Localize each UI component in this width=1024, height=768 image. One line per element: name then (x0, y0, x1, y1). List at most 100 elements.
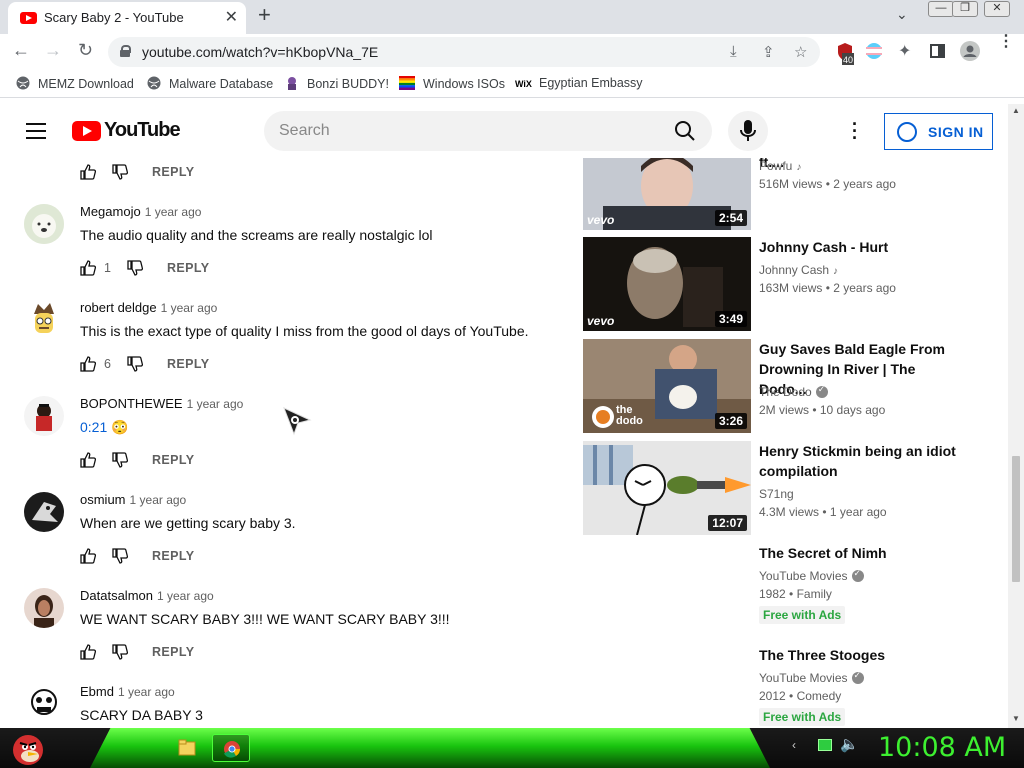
taskbar-clock[interactable]: 10:08 AM (878, 732, 1006, 763)
comment-timestamp[interactable]: 1 year ago (161, 301, 218, 315)
thumb-up-icon[interactable] (80, 548, 96, 564)
reply-button[interactable]: REPLY (152, 549, 195, 563)
minimize-button[interactable]: — (928, 1, 954, 17)
video-title[interactable]: The Three Stooges (759, 645, 959, 665)
sign-in-button[interactable]: SIGN IN (884, 113, 993, 150)
bookmark-egyptian-embassy[interactable]: WiX Egyptian Embassy (515, 76, 643, 93)
channel-label[interactable]: Powfu (759, 159, 792, 173)
comment-timestamp[interactable]: 1 year ago (157, 589, 214, 603)
channel-name[interactable]: Powfu ♪ (759, 159, 801, 173)
video-thumbnail[interactable]: 12:07 (583, 441, 751, 535)
thumb-down-icon[interactable] (112, 548, 128, 564)
comment-author[interactable]: Megamojo 1 year ago (80, 204, 201, 219)
video-title-line[interactable]: Guy Saves Bald Eagle From (759, 341, 945, 357)
lock-icon[interactable] (120, 45, 131, 57)
channel-label[interactable]: The Dodo (759, 385, 812, 399)
taskbar-chrome[interactable] (212, 734, 250, 762)
reply-button[interactable]: REPLY (167, 261, 210, 275)
extensions-puzzle-icon[interactable]: ✦ (898, 41, 911, 61)
thumb-down-icon[interactable] (127, 260, 143, 276)
tray-chevron-icon[interactable]: ‹ (792, 738, 796, 752)
tab-search-chevron-icon[interactable]: ⌄ (896, 6, 908, 23)
restore-button[interactable]: ❐ (952, 1, 978, 17)
close-tab-icon[interactable]: ✕ (225, 7, 238, 27)
bookmark-bonzi-buddy[interactable]: Bonzi BUDDY! (285, 76, 389, 91)
voice-search-button[interactable] (728, 111, 768, 151)
video-title-line[interactable]: compilation (759, 463, 838, 479)
comment-author[interactable]: robert deldge 1 year ago (80, 300, 217, 315)
thumb-down-icon[interactable] (112, 644, 128, 660)
channel-name[interactable]: Johnny Cash ♪ (759, 263, 838, 277)
taskbar-file-explorer[interactable] (168, 734, 206, 762)
reply-button[interactable]: REPLY (167, 357, 210, 371)
channel-name[interactable]: S71ng (759, 487, 794, 501)
reply-button[interactable]: REPLY (152, 165, 195, 179)
page-scrollbar[interactable]: ▲ ▼ (1008, 104, 1024, 728)
thumb-down-icon[interactable] (112, 164, 128, 180)
avatar[interactable] (24, 588, 64, 628)
recommended-movie[interactable]: The Three Stooges YouTube Movies 2012 • … (583, 645, 1008, 728)
reply-button[interactable]: REPLY (152, 645, 195, 659)
youtube-logo-text[interactable]: YouTube (104, 119, 181, 142)
install-app-icon[interactable]: ⤓ (730, 43, 737, 60)
channel-label[interactable]: YouTube Movies (759, 671, 848, 685)
avatar[interactable] (24, 204, 64, 244)
new-tab-button[interactable]: + (258, 2, 271, 28)
channel-label[interactable]: Johnny Cash (759, 263, 829, 277)
tray-app-icon[interactable] (818, 739, 832, 751)
browser-tab-active[interactable]: Scary Baby 2 - YouTube ✕ (8, 2, 246, 34)
thumb-down-icon[interactable] (127, 356, 143, 372)
avatar[interactable] (24, 492, 64, 532)
start-button-angry-bird-icon[interactable] (8, 730, 48, 766)
address-bar[interactable]: youtube.com/watch?v=hKbopVNa_7E ⤓ ⇪ ☆ (108, 37, 820, 67)
channel-name[interactable]: YouTube Movies (759, 670, 864, 685)
comment-author[interactable]: Datatsalmon 1 year ago (80, 588, 214, 603)
thumb-up-icon[interactable] (80, 452, 96, 468)
author-name[interactable]: osmium (80, 492, 126, 507)
reload-icon[interactable]: ↻ (78, 40, 93, 61)
youtube-logo-icon[interactable] (72, 121, 101, 141)
search-input[interactable]: Search (264, 111, 712, 151)
author-name[interactable]: Ebmd (80, 684, 114, 699)
forward-arrow-icon[interactable]: → (44, 40, 62, 61)
thumb-down-icon[interactable] (112, 452, 128, 468)
video-thumbnail[interactable]: vevo 2:54 (583, 158, 751, 230)
hamburger-menu-icon[interactable] (26, 123, 46, 139)
thumb-up-icon[interactable] (80, 644, 96, 660)
bookmark-malware-database[interactable]: Malware Database (147, 76, 273, 91)
url-text[interactable]: youtube.com/watch?v=hKbopVNa_7E (142, 44, 378, 60)
trans-flag-extension-icon[interactable] (866, 43, 882, 64)
comment-timestamp[interactable]: 1 year ago (187, 397, 244, 411)
recommended-video[interactable]: the dodo 3:26 Guy Saves Bald Eagle From D… (583, 339, 1008, 435)
video-title[interactable]: Henry Stickmin being an idiot compilation (759, 441, 959, 481)
video-thumbnail[interactable]: the dodo 3:26 (583, 339, 751, 433)
comment-author[interactable]: BOPONTHEWEE 1 year ago (80, 396, 243, 411)
timestamp-link[interactable]: 0:21 (80, 419, 107, 435)
thumb-up-icon[interactable] (80, 260, 96, 276)
thumb-up-icon[interactable] (80, 356, 96, 372)
profile-avatar-icon[interactable] (960, 41, 980, 66)
avatar[interactable] (24, 300, 64, 340)
bookmark-memz[interactable]: MEMZ Download (16, 76, 134, 91)
side-panel-icon[interactable] (930, 44, 945, 63)
author-name[interactable]: BOPONTHEWEE (80, 396, 183, 411)
comment-timestamp[interactable]: 1 year ago (145, 205, 202, 219)
recommended-movie[interactable]: The Secret of Nimh YouTube Movies 1982 •… (583, 543, 1008, 639)
settings-more-icon[interactable]: · · · (852, 115, 858, 147)
comment-author[interactable]: Ebmd 1 year ago (80, 684, 175, 699)
thumb-up-icon[interactable] (80, 164, 96, 180)
recommended-video[interactable]: vevo 3:49 Johnny Cash - Hurt Johnny Cash… (583, 237, 1008, 333)
video-title-line[interactable]: Henry Stickmin being an idiot (759, 443, 956, 459)
comment-timestamp[interactable]: 1 year ago (118, 685, 175, 699)
comment-author[interactable]: osmium 1 year ago (80, 492, 186, 507)
window-close-button[interactable]: ✕ (984, 1, 1010, 17)
channel-name[interactable]: The Dodo (759, 384, 828, 399)
volume-icon[interactable]: 🔈 (840, 735, 859, 753)
search-icon[interactable] (674, 120, 696, 142)
reply-button[interactable]: REPLY (152, 453, 195, 467)
video-title[interactable]: Johnny Cash - Hurt (759, 237, 959, 257)
video-title[interactable]: The Secret of Nimh (759, 543, 959, 563)
author-name[interactable]: Megamojo (80, 204, 141, 219)
author-name[interactable]: Datatsalmon (80, 588, 153, 603)
avatar[interactable] (24, 684, 64, 724)
